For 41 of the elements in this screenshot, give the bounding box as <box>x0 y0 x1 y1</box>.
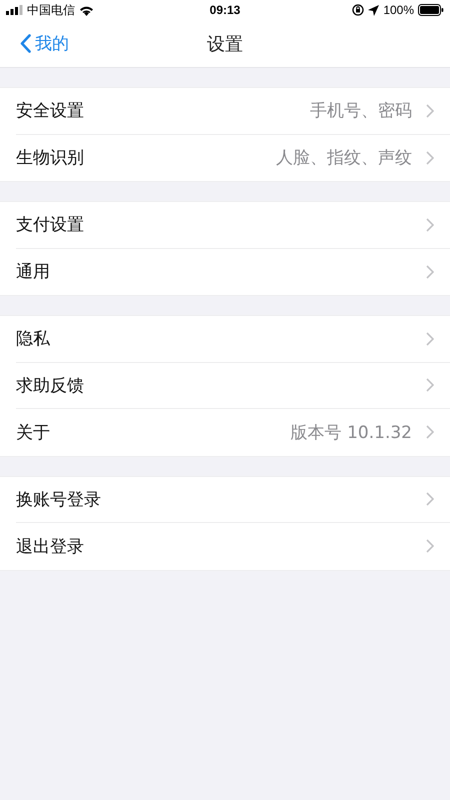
row-label: 生物识别 <box>16 147 84 170</box>
settings-row[interactable]: 求助反馈 <box>16 362 450 409</box>
chevron-icon <box>426 378 434 392</box>
back-chevron-icon <box>20 34 31 53</box>
row-label: 通用 <box>16 261 50 284</box>
battery-icon <box>418 4 444 16</box>
row-label: 关于 <box>16 422 50 444</box>
clock-time: 09:13 <box>210 3 240 17</box>
settings-row[interactable]: 隐私 <box>16 316 450 362</box>
chevron-icon <box>426 425 434 440</box>
signal-icon <box>6 5 23 15</box>
settings-row[interactable]: 换账号登录 <box>16 476 450 523</box>
row-label: 隐私 <box>16 328 50 350</box>
chevron-icon <box>426 264 434 279</box>
settings-row[interactable]: 安全设置 手机号、密码 <box>16 88 450 134</box>
row-detail: 人脸、指纹、声纹 <box>276 147 412 170</box>
rotation-lock-icon <box>352 4 364 16</box>
settings-row[interactable]: 通用 <box>16 248 450 295</box>
row-detail: 版本号 10.1.32 <box>290 422 412 444</box>
settings-row[interactable]: 支付设置 <box>16 202 450 248</box>
chevron-icon <box>426 218 434 232</box>
wifi-icon <box>79 4 94 16</box>
row-label: 退出登录 <box>16 536 84 558</box>
chevron-icon <box>426 492 434 506</box>
settings-row[interactable]: 退出登录 <box>16 523 450 570</box>
row-label: 换账号登录 <box>16 488 101 511</box>
back-button[interactable]: 我的 <box>0 32 69 55</box>
row-label: 支付设置 <box>16 214 84 236</box>
settings-row[interactable]: 关于 版本号 10.1.32 <box>16 409 450 456</box>
row-label: 安全设置 <box>16 100 84 122</box>
carrier-name: 中国电信 <box>27 2 75 18</box>
page-title: 设置 <box>207 32 243 56</box>
chevron-icon <box>426 539 434 554</box>
location-arrow-icon <box>368 4 380 16</box>
battery-percentage: 100% <box>383 3 414 17</box>
row-label: 求助反馈 <box>16 374 84 397</box>
chevron-icon <box>426 104 434 118</box>
chevron-icon <box>426 332 434 346</box>
row-detail: 手机号、密码 <box>310 100 412 122</box>
chevron-icon <box>426 150 434 165</box>
settings-row[interactable]: 生物识别 人脸、指纹、声纹 <box>16 134 450 181</box>
